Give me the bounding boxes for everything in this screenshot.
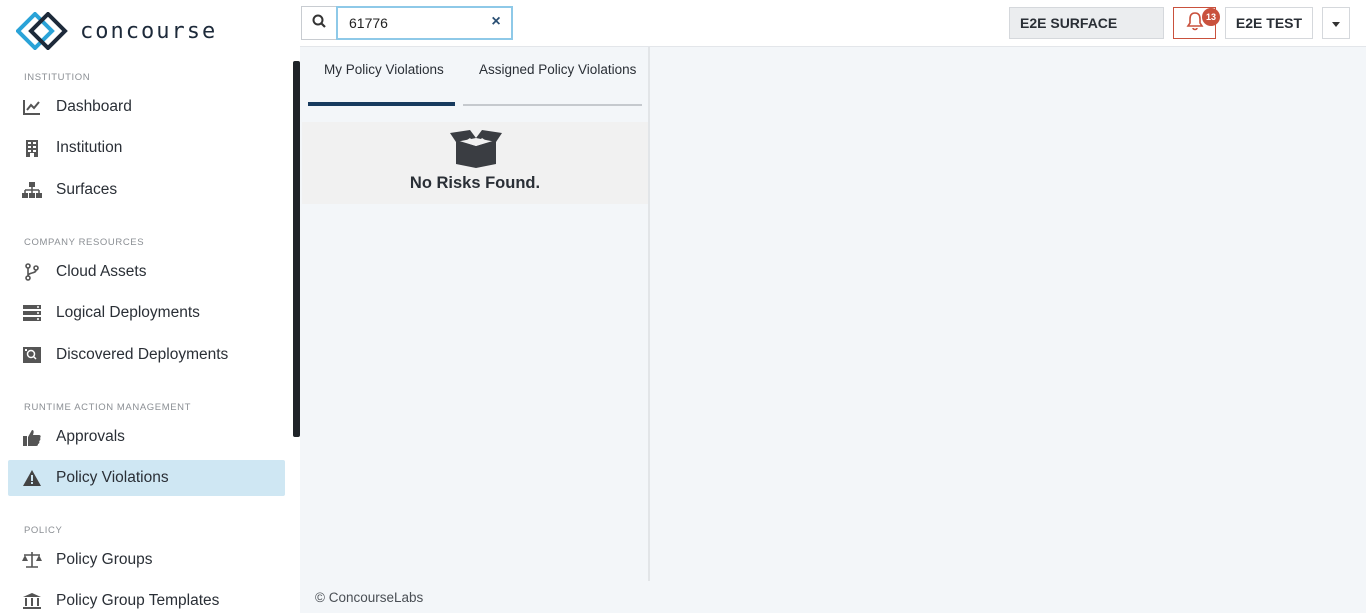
sidebar-item-label: Institution	[56, 139, 123, 156]
tab-assigned-policy-violations[interactable]: Assigned Policy Violations	[479, 61, 642, 79]
sidebar-item-label: Policy Groups	[56, 551, 153, 568]
sidebar-item-dashboard[interactable]: Dashboard	[8, 89, 285, 125]
sidebar-item-policy-violations[interactable]: Policy Violations	[8, 460, 285, 496]
code-branch-icon	[22, 262, 42, 282]
sidebar-item-label: Approvals	[56, 428, 125, 445]
sidebar-item-logical-deployments[interactable]: Logical Deployments	[8, 295, 285, 331]
section-runtime-action-management: RUNTIME ACTION MANAGEMENT	[24, 402, 192, 413]
sidebar-item-policy-groups[interactable]: Policy Groups	[8, 542, 285, 578]
warning-icon	[22, 468, 42, 488]
sidebar-item-label: Dashboard	[56, 98, 132, 115]
footer-copyright: © ConcourseLabs	[315, 590, 424, 605]
sidebar-item-discovered-deployments[interactable]: Discovered Deployments	[8, 337, 285, 373]
violations-panel: My Policy Violations Assigned Policy Vio…	[300, 47, 650, 581]
landmark-icon	[22, 591, 42, 611]
tab-my-policy-violations[interactable]: My Policy Violations	[324, 61, 455, 79]
sidebar-item-label: Surfaces	[56, 181, 118, 198]
building-icon	[22, 138, 42, 158]
user-dropdown-button[interactable]	[1322, 7, 1350, 39]
sidebar-item-policy-group-templates[interactable]: Policy Group Templates	[8, 583, 285, 613]
sidebar-item-cloud-assets[interactable]: Cloud Assets	[8, 254, 285, 290]
user-menu-button[interactable]: E2E TEST	[1225, 7, 1313, 39]
tab-divider	[463, 104, 642, 106]
sidebar-item-label: Policy Group Templates	[56, 592, 220, 609]
search-server-icon	[22, 345, 42, 365]
brand-name: concourse	[80, 18, 218, 44]
sidebar-scrollbar[interactable]	[293, 61, 300, 437]
search-icon	[312, 14, 326, 33]
empty-state-message: No Risks Found.	[409, 174, 541, 192]
sidebar-item-institution[interactable]: Institution	[8, 130, 285, 166]
active-tab-indicator	[308, 102, 455, 106]
sidebar-item-label: Cloud Assets	[56, 263, 147, 280]
sidebar-item-label: Discovered Deployments	[56, 346, 229, 363]
concourse-logo-icon	[16, 12, 68, 50]
balance-scale-icon	[22, 550, 42, 570]
sidebar: concourse INSTITUTION Dashboard Institut…	[0, 0, 293, 613]
clear-search-button[interactable]: ×	[489, 14, 503, 30]
main-content: My Policy Violations Assigned Policy Vio…	[300, 47, 1366, 613]
server-icon	[22, 303, 42, 323]
section-company-resources: COMPANY RESOURCES	[24, 237, 145, 248]
thumbs-up-icon	[22, 427, 42, 447]
sitemap-icon	[22, 180, 42, 200]
sidebar-item-approvals[interactable]: Approvals	[8, 419, 285, 455]
caret-down-icon	[1332, 14, 1340, 32]
section-policy: POLICY	[24, 525, 63, 536]
sidebar-item-label: Logical Deployments	[56, 304, 200, 321]
section-institution: INSTITUTION	[24, 72, 91, 83]
search-field: ×	[336, 6, 513, 40]
logo[interactable]: concourse	[16, 12, 217, 50]
notification-count-badge: 13	[1202, 8, 1220, 26]
sidebar-item-label: Policy Violations	[56, 469, 169, 486]
surface-selector[interactable]: E2E SURFACE	[1009, 7, 1164, 39]
sidebar-item-surfaces[interactable]: Surfaces	[8, 172, 285, 208]
search-button[interactable]	[301, 6, 336, 40]
chart-line-icon	[22, 97, 42, 117]
open-box-icon	[450, 130, 502, 173]
empty-state: No Risks Found.	[302, 122, 648, 204]
search-input[interactable]	[338, 8, 511, 38]
